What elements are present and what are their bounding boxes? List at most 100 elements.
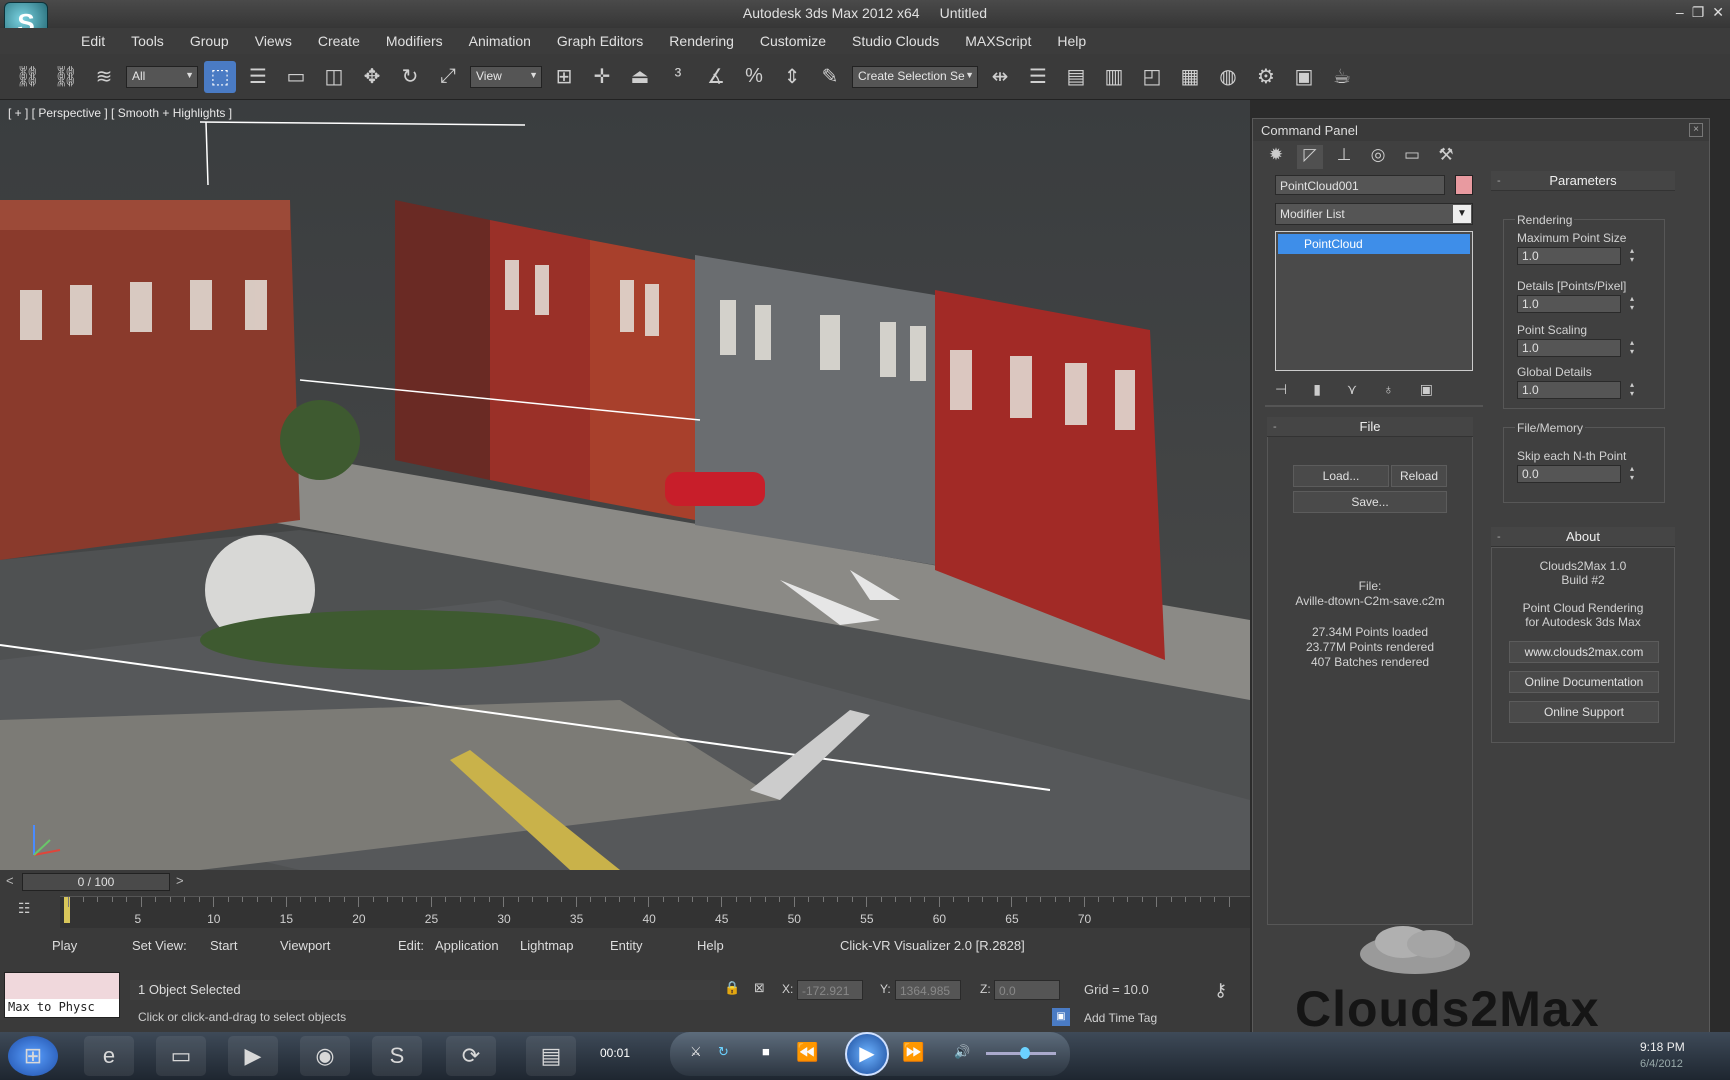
time-tag-icon[interactable]: ▣ xyxy=(1052,1008,1070,1026)
object-name-field[interactable]: PointCloud001 xyxy=(1275,175,1445,195)
select-manipulate-icon[interactable]: ✛ xyxy=(586,61,618,93)
angle-snap-icon[interactable]: ∡ xyxy=(700,61,732,93)
panel-close-icon[interactable]: × xyxy=(1689,123,1703,137)
command-panel-title[interactable]: Command Panel xyxy=(1253,119,1709,141)
program-icon[interactable]: ▤ xyxy=(526,1036,576,1076)
window-crossing-icon[interactable]: ◫ xyxy=(318,61,350,93)
select-by-name-icon[interactable]: ☰ xyxy=(242,61,274,93)
tab-create-icon[interactable]: ✹ xyxy=(1263,145,1289,169)
time-slider[interactable]: 0 / 100 xyxy=(22,873,170,891)
track-bar[interactable]: 5 10 15 20 25 30 35 40 45 50 55 60 65 70 xyxy=(60,896,1250,928)
save-button[interactable]: Save... xyxy=(1293,491,1447,513)
rect-selection-icon[interactable]: ▭ xyxy=(280,61,312,93)
unlink-icon[interactable]: ⛓ xyxy=(50,61,82,93)
maxscript-input[interactable]: Max to Physc xyxy=(5,999,119,1017)
menu-rendering[interactable]: Rendering xyxy=(656,28,747,54)
stop-icon[interactable]: ■ xyxy=(762,1044,770,1059)
menu-maxscript[interactable]: MAXScript xyxy=(952,28,1044,54)
details-spinner[interactable]: 1.0 xyxy=(1517,294,1634,313)
time-indicator[interactable] xyxy=(64,897,70,923)
x-coordinate-field[interactable]: -172.921 xyxy=(797,980,863,1000)
menu-views[interactable]: Views xyxy=(242,28,305,54)
fast-forward-icon[interactable]: ⏩ xyxy=(902,1042,924,1063)
pin-stack-icon[interactable]: ⊣ xyxy=(1275,381,1287,398)
play-button[interactable]: Play xyxy=(52,938,77,953)
media-player-icon[interactable]: ▶ xyxy=(228,1036,278,1076)
menu-animation[interactable]: Animation xyxy=(456,28,544,54)
global-details-spinner[interactable]: 1.0 xyxy=(1517,380,1634,399)
bind-space-warp-icon[interactable]: ≋ xyxy=(88,61,120,93)
chrome-icon[interactable]: ◉ xyxy=(300,1036,350,1076)
menu-customize[interactable]: Customize xyxy=(747,28,839,54)
volume-slider-thumb[interactable] xyxy=(1020,1047,1030,1059)
refresh-icon[interactable]: ↻ xyxy=(718,1044,729,1060)
reference-coordinate-dropdown[interactable]: View xyxy=(470,65,542,88)
spinner-snap-icon[interactable]: ⇕ xyxy=(776,61,808,93)
pivot-point-icon[interactable]: ⊞ xyxy=(548,61,580,93)
online-documentation-button[interactable]: Online Documentation xyxy=(1509,671,1659,693)
help-button[interactable]: Help xyxy=(697,938,724,953)
open-mini-curve-editor-icon[interactable]: ☷ xyxy=(18,900,40,920)
configure-sets-icon[interactable]: ▣ xyxy=(1420,381,1433,398)
key-icon[interactable]: ⚷ xyxy=(1214,980,1227,1001)
render-production-icon[interactable]: ☕ xyxy=(1326,61,1358,93)
graphite-tools-icon[interactable]: ▥ xyxy=(1098,61,1130,93)
close-icon[interactable]: ✕ xyxy=(1712,4,1724,21)
menu-tools[interactable]: Tools xyxy=(118,28,177,54)
align-icon[interactable]: ☰ xyxy=(1022,61,1054,93)
move-icon[interactable]: ✥ xyxy=(356,61,388,93)
percent-snap-icon[interactable]: % xyxy=(738,61,770,93)
entity-button[interactable]: Entity xyxy=(610,938,643,953)
rewind-icon[interactable]: ⏪ xyxy=(796,1042,818,1063)
stack-item-pointcloud[interactable]: PointCloud xyxy=(1278,234,1470,254)
render-setup-icon[interactable]: ⚙ xyxy=(1250,61,1282,93)
point-scaling-spinner[interactable]: 1.0 xyxy=(1517,338,1634,357)
tab-hierarchy-icon[interactable]: ⊥ xyxy=(1331,145,1357,169)
select-object-icon[interactable]: ⬚ xyxy=(204,60,236,93)
start-button[interactable]: Start xyxy=(210,938,237,953)
named-selection-dropdown[interactable]: Create Selection Se xyxy=(852,65,978,88)
tab-display-icon[interactable]: ▭ xyxy=(1399,145,1425,169)
add-time-tag[interactable]: Add Time Tag xyxy=(1084,1011,1157,1025)
absolute-mode-icon[interactable]: ⊠ xyxy=(754,980,765,996)
lightmap-button[interactable]: Lightmap xyxy=(520,938,573,953)
tools-icon[interactable]: ⚔ xyxy=(690,1044,702,1060)
menu-modifiers[interactable]: Modifiers xyxy=(373,28,456,54)
viewport-button[interactable]: Viewport xyxy=(280,938,330,953)
menu-create[interactable]: Create xyxy=(305,28,373,54)
volume-icon[interactable]: 🔊 xyxy=(954,1044,970,1060)
select-link-icon[interactable]: ⛓ xyxy=(12,61,44,93)
menu-studio-clouds[interactable]: Studio Clouds xyxy=(839,28,952,54)
volume-slider[interactable] xyxy=(986,1047,1056,1059)
website-button[interactable]: www.clouds2max.com xyxy=(1509,641,1659,663)
perspective-viewport[interactable]: [ + ] [ Perspective ] [ Smooth + Highlig… xyxy=(0,100,1250,870)
layer-manager-icon[interactable]: ▤ xyxy=(1060,61,1092,93)
scale-icon[interactable]: ⤢ xyxy=(432,61,464,93)
material-editor-icon[interactable]: ◍ xyxy=(1212,61,1244,93)
mirror-icon[interactable]: ⇹ xyxy=(984,61,1016,93)
chevron-down-icon[interactable]: ▼ xyxy=(1453,205,1471,223)
prev-frame-icon[interactable]: < xyxy=(6,873,14,888)
restore-icon[interactable]: ❐ xyxy=(1692,4,1705,21)
minimize-icon[interactable]: – xyxy=(1676,4,1684,21)
menu-group[interactable]: Group xyxy=(177,28,242,54)
y-coordinate-field[interactable]: 1364.985 xyxy=(895,980,961,1000)
selection-filter-dropdown[interactable]: All xyxy=(126,65,198,88)
load-button[interactable]: Load... xyxy=(1293,465,1389,487)
maxscript-listener[interactable]: Max to Physc xyxy=(4,972,120,1018)
menu-help[interactable]: Help xyxy=(1044,28,1099,54)
snaps-toggle-icon[interactable]: ³ xyxy=(662,61,694,93)
about-rollout-header[interactable]: - About xyxy=(1491,527,1675,547)
keyboard-shortcut-icon[interactable]: ⏏ xyxy=(624,61,656,93)
start-menu-icon[interactable]: ⊞ xyxy=(8,1036,58,1076)
system-date[interactable]: 6/4/2012 xyxy=(1640,1058,1683,1070)
lock-icon[interactable]: 🔒 xyxy=(724,980,740,996)
parameters-rollout-header[interactable]: - Parameters xyxy=(1491,171,1675,191)
file-explorer-icon[interactable]: ▭ xyxy=(156,1036,206,1076)
schematic-view-icon[interactable]: ▦ xyxy=(1174,61,1206,93)
max-point-size-spinner[interactable]: 1.0 xyxy=(1517,246,1634,265)
rotate-icon[interactable]: ↻ xyxy=(394,61,426,93)
z-coordinate-field[interactable]: 0.0 xyxy=(994,980,1060,1000)
show-end-result-icon[interactable]: ▮ xyxy=(1313,381,1321,398)
modifier-list-dropdown[interactable]: Modifier List xyxy=(1275,203,1473,225)
